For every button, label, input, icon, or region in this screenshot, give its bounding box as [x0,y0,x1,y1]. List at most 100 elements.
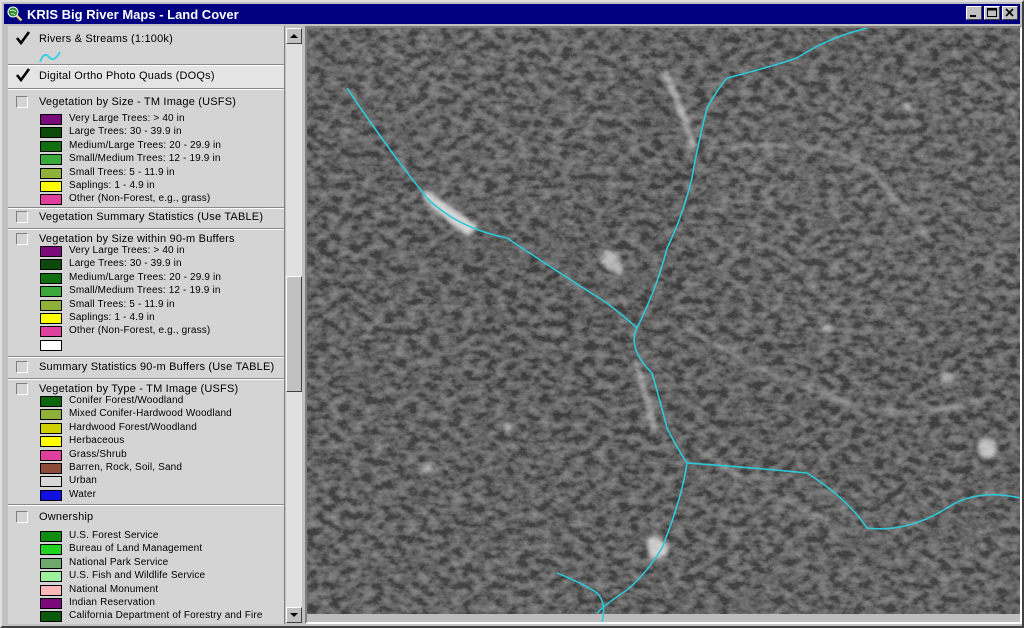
legend-item-label: Barren, Rock, Soil, Sand [69,462,183,473]
legend-item-label: Water [69,488,97,500]
legend-swatch [40,489,62,501]
legend-swatch [40,571,62,583]
legend-swatch [40,181,62,192]
legend-item-label: Small/Medium Trees: 12 - 19.9 in [69,153,221,165]
checkmark-icon [15,68,31,83]
legend-item-label: Saplings: 1 - 4.9 in [69,312,155,323]
legend-item-label: Small Trees: 5 - 11.9 in [69,166,175,178]
legend-item-label: Conifer Forest/Woodland [69,395,184,406]
layer-checkbox-veg-type[interactable] [16,383,28,395]
app-window: KRIS Big River Maps - Land Cover Rivers … [0,0,1024,628]
legend-swatch [40,463,62,474]
legend-swatch [40,326,62,338]
title-buttons [964,6,1018,20]
title-bar[interactable]: KRIS Big River Maps - Land Cover [4,4,1020,24]
legend-item-label: National Park Service [69,556,169,568]
aerial-photo-map[interactable] [307,28,1020,622]
layer-checkbox-veg-size[interactable] [16,96,28,108]
legend-item-label: Indian Reservation [69,597,156,608]
close-button[interactable] [1002,6,1018,20]
legend-swatch [40,584,62,596]
legend-swatch [40,114,62,125]
legend-swatch [40,259,62,271]
arrow-down-icon [290,613,298,617]
legend-item-label: Grass/Shrub [69,448,127,460]
stream-line-icon [39,51,61,63]
legend-item-label: Other (Non-Forest, e.g., grass) [69,193,211,205]
layer-checkbox-ownership[interactable] [16,511,28,523]
legend-item-label: Medium/Large Trees: 20 - 29.9 in [69,271,222,283]
maximize-icon [987,8,997,17]
legend-swatch [40,557,62,569]
layer-separator [8,378,284,380]
legend-item-label: Small Trees: 5 - 11.9 in [69,298,175,310]
legend-swatch [40,286,62,298]
layer-checkbox-rivers[interactable] [15,31,31,46]
legend-swatch [40,246,62,257]
legend-item-label: Very Large Trees: > 40 in [69,113,185,124]
legend-swatch [40,313,62,324]
layer-name: Digital Ortho Photo Quads (DOQs) [39,70,215,82]
legend-swatch [40,544,62,556]
layer-checkbox-veg-buffers[interactable] [16,233,28,245]
layer-checkbox-doqs[interactable] [15,68,31,83]
legend-item-label: Bureau of Land Management [69,543,203,555]
legend-item-label: Medium/Large Trees: 20 - 29.9 in [69,139,222,151]
layer-separator [8,88,284,90]
layer-name: Vegetation Summary Statistics (Use TABLE… [39,211,264,223]
scroll-down-button[interactable] [286,607,302,623]
legend-swatch [40,272,62,284]
legend-item-label: Very Large Trees: > 40 in [69,245,185,256]
map-bottom-edge [307,614,1020,622]
legend-swatch [40,449,62,461]
legend-swatch [40,436,62,448]
legend-swatch [40,598,62,609]
legend-swatch [40,476,62,488]
layer-name: Ownership [39,511,94,523]
legend-item-label: Mixed Conifer-Hardwood Woodland [69,408,232,420]
layer-separator [8,228,284,230]
layer-checkbox-veg-summary[interactable] [16,211,28,223]
legend-item-label: Hardwood Forest/Woodland [69,421,197,433]
legend-swatch [40,127,62,139]
arrow-up-icon [290,34,298,38]
legend-panel: Rivers & Streams (1:100k) Digital Ortho … [8,26,285,624]
scroll-up-button[interactable] [286,28,302,44]
legend-item-label: California Department of Forestry and Fi… [69,610,263,622]
layer-separator [8,504,284,506]
legend-item-label: Urban [69,475,97,487]
legend-scrollbar[interactable] [286,28,302,623]
globe-magnifier-icon [7,6,23,22]
layer-name: Vegetation by Size - TM Image (USFS) [39,96,237,108]
legend-item-label: U.S. Forest Service [69,530,159,541]
map-view[interactable] [305,26,1022,624]
legend-swatch [40,167,62,179]
legend-item-label: Other (Non-Forest, e.g., grass) [69,325,211,337]
legend-swatch [40,409,62,421]
layer-checkbox-summary-buffers[interactable] [16,361,28,373]
legend-item-label: Large Trees: 30 - 39.9 in [69,126,182,138]
layer-name: Vegetation by Type - TM Image (USFS) [39,383,239,395]
legend-swatch [40,299,62,311]
legend-item-label: Saplings: 1 - 4.9 in [69,180,155,191]
layer-name: Rivers & Streams (1:100k) [39,33,173,45]
close-icon [1005,8,1014,17]
legend-swatch [40,339,62,351]
minimize-button[interactable] [966,6,982,20]
maximize-button[interactable] [984,6,1000,20]
legend-swatch [40,422,62,434]
terrain-grain [307,28,1020,622]
checkmark-icon [15,31,31,46]
legend-swatch [40,611,62,623]
legend-swatch [40,531,62,542]
legend-swatch [40,154,62,166]
legend-swatch [40,396,62,407]
layer-name: Summary Statistics 90-m Buffers (Use TAB… [39,361,275,373]
legend-item-label: U.S. Fish and Wildlife Service [69,570,206,582]
legend-item-label: Large Trees: 30 - 39.9 in [69,258,182,270]
legend-item-label: Small/Medium Trees: 12 - 19.9 in [69,285,221,297]
layer-separator [8,356,284,358]
window-title: KRIS Big River Maps - Land Cover [27,6,239,22]
legend-swatch [40,194,62,206]
scroll-thumb[interactable] [286,276,302,392]
